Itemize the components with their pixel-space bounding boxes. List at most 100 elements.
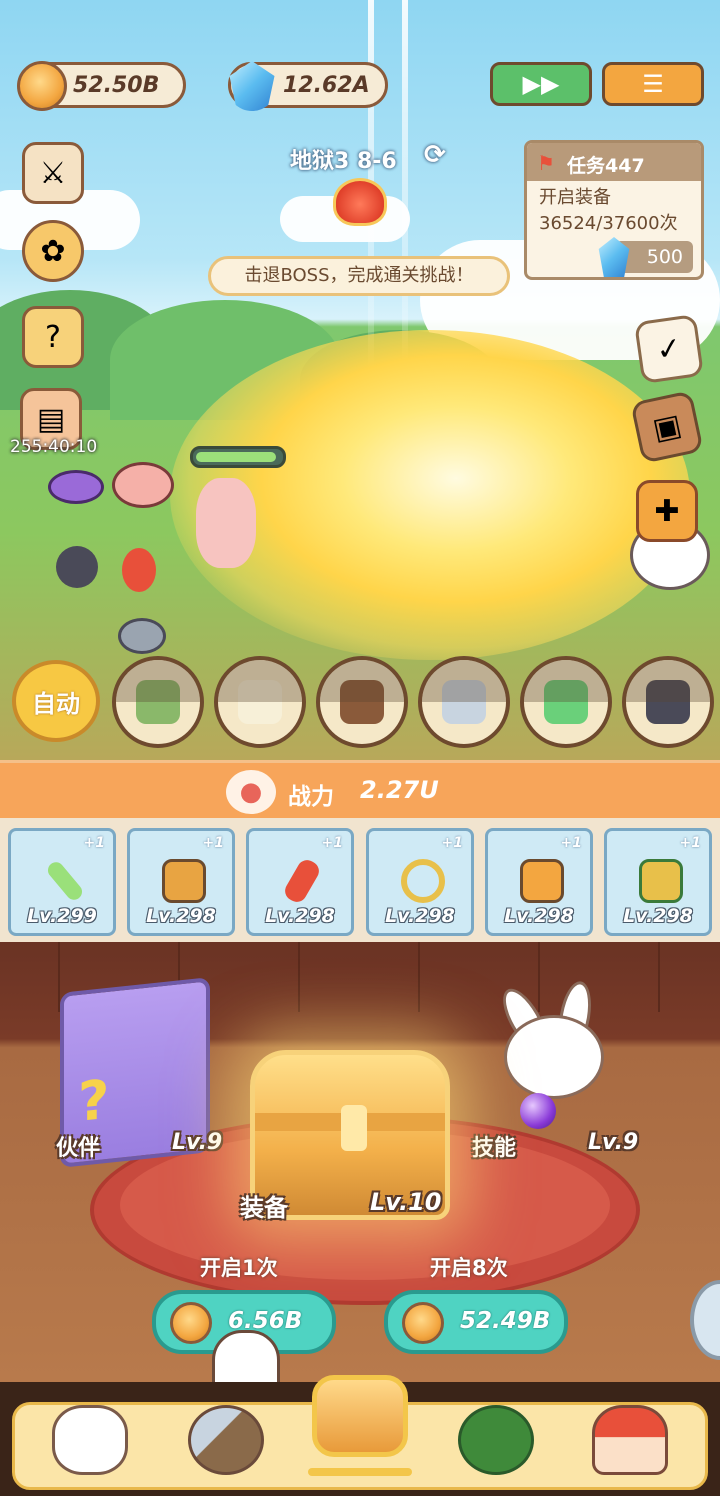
equip-level: Lv.298 xyxy=(623,905,693,927)
skill-sandwich-button[interactable] xyxy=(112,656,204,748)
equip-level: Lv.298 xyxy=(146,905,216,927)
crab-unit xyxy=(112,462,174,508)
skill-cooldown-overlay xyxy=(422,660,506,702)
skill-cooldown-overlay xyxy=(218,660,302,702)
tree-icon xyxy=(458,1405,534,1475)
auto-button[interactable]: 自动 xyxy=(12,660,100,742)
photo-icon[interactable]: ▣ xyxy=(630,390,704,464)
skill-poop-button[interactable] xyxy=(316,656,408,748)
open-eight-label: 开启8次 xyxy=(430,1256,508,1280)
slime-unit xyxy=(118,618,166,654)
equip-level: Lv.298 xyxy=(265,905,335,927)
wall-brick xyxy=(240,942,300,1012)
firework-icon xyxy=(281,856,323,906)
open-once-label: 开启1次 xyxy=(200,1256,278,1280)
fast-forward-icon: ▶▶ xyxy=(522,70,560,98)
equip-label: 装备 xyxy=(240,1194,288,1222)
power-strip: ● 战力 2.27U xyxy=(0,760,720,818)
weapon-icon xyxy=(188,1405,264,1475)
coin-value: 52.50B xyxy=(73,73,160,98)
pink-cat-unit xyxy=(196,478,256,568)
question-mark-icon: ? xyxy=(78,1067,110,1134)
equip-level: Lv.298 xyxy=(385,905,455,927)
equip-slot-firework[interactable]: +1 Lv.298 xyxy=(246,828,354,936)
coin-counter: 52.50B xyxy=(17,61,186,111)
skill-tornado-button[interactable] xyxy=(418,656,510,748)
house-tab[interactable] xyxy=(580,1392,680,1488)
equip-level: Lv.299 xyxy=(27,905,97,927)
equip-plus: +1 xyxy=(679,835,701,851)
equip-slot-shirt[interactable]: +1 Lv.298 xyxy=(485,828,593,936)
equip-plus: +1 xyxy=(560,835,582,851)
ufo-unit xyxy=(48,470,104,504)
weapon-tab[interactable] xyxy=(176,1392,276,1488)
skill-cooldown-overlay xyxy=(626,660,710,702)
menu-button[interactable]: ☰ xyxy=(602,62,704,106)
skill-egg-button[interactable] xyxy=(214,656,306,748)
quest-desc: 开启装备36524/37600次 xyxy=(539,187,678,234)
equip-plus: +1 xyxy=(441,835,463,851)
book-icon xyxy=(162,859,206,903)
power-label: 战力 xyxy=(288,784,334,810)
equipment-row: +1 Lv.299 +1 Lv.298 +1 Lv.298 +1 Lv.298 … xyxy=(0,818,720,942)
wall-brick xyxy=(360,942,420,1012)
skill-cooldown-overlay xyxy=(116,660,200,702)
gem-value: 12.62A xyxy=(283,73,370,98)
skill-label: 技能 xyxy=(472,1136,517,1161)
paw-icon: ● xyxy=(226,770,276,814)
tree-tab[interactable] xyxy=(446,1392,546,1488)
skill-level: Lv.9 xyxy=(588,1130,639,1155)
boss-hp-bar xyxy=(190,446,286,468)
coin-icon xyxy=(170,1302,212,1344)
refresh-icon[interactable]: ⟳ xyxy=(424,140,446,170)
notes-icon[interactable]: ✓ xyxy=(633,313,705,385)
equip-slot-ring[interactable]: +1 Lv.298 xyxy=(366,828,474,936)
mystery-gift-icon[interactable]: ? xyxy=(22,306,84,368)
cat-tab[interactable] xyxy=(40,1392,140,1488)
gem-counter: 12.62A xyxy=(228,61,388,111)
house-icon xyxy=(592,1405,668,1475)
cat-icon xyxy=(52,1405,128,1475)
equip-plus: +1 xyxy=(83,835,105,851)
quest-panel[interactable]: ⚑ 任务447 开启装备36524/37600次 500 xyxy=(524,140,704,280)
shop-icon[interactable]: ⚔ xyxy=(22,142,84,204)
sword-icon xyxy=(44,859,86,903)
equip-plus: +1 xyxy=(321,835,343,851)
flame-unit xyxy=(122,548,156,592)
gift-icon[interactable]: ✚ xyxy=(636,480,698,542)
event-timer: 255:40:10 xyxy=(10,437,98,457)
skill-penguin-button[interactable] xyxy=(622,656,714,748)
bunny-head xyxy=(504,1015,604,1099)
chest-tab[interactable] xyxy=(310,1368,410,1464)
stage-label: 地狱3 8-6 xyxy=(290,149,397,174)
menu-list-icon: ☰ xyxy=(642,70,664,98)
flag-icon: ⚑ xyxy=(537,151,555,175)
partner-label: 伙伴 xyxy=(56,1136,101,1161)
wheel-icon[interactable]: ✿ xyxy=(22,220,84,282)
partner-level: Lv.9 xyxy=(172,1130,223,1155)
boss-tip: 击退BOSS，完成通关挑战！ xyxy=(208,256,510,296)
shirt-icon xyxy=(520,859,564,903)
power-value: 2.27U xyxy=(360,776,439,804)
skill-cooldown-overlay xyxy=(524,660,608,702)
wall-brick xyxy=(0,942,60,1012)
skill-cooldown-overlay xyxy=(320,660,404,702)
equip-slot-sword[interactable]: +1 Lv.299 xyxy=(8,828,116,936)
crystal-ball-icon xyxy=(520,1093,556,1129)
skill-bunny[interactable] xyxy=(480,978,620,1135)
skill-candy-button[interactable] xyxy=(520,656,612,748)
equip-chest-level: Lv.10 xyxy=(370,1188,442,1216)
coin-icon xyxy=(17,61,67,111)
quest-title: 任务447 xyxy=(567,155,645,177)
equip-slot-boots[interactable]: +1 Lv.298 xyxy=(604,828,712,936)
equip-slot-book[interactable]: +1 Lv.298 xyxy=(127,828,235,936)
active-tab-indicator xyxy=(308,1468,412,1476)
equip-level: Lv.298 xyxy=(504,905,574,927)
open-eight-cost: 52.49B xyxy=(460,1308,551,1334)
boss-icon xyxy=(333,178,387,226)
bird-unit xyxy=(56,546,98,588)
open-eight-button[interactable]: 52.49B xyxy=(384,1290,568,1354)
chest-lock-icon xyxy=(341,1105,367,1151)
chest-icon xyxy=(312,1375,408,1457)
speed-button[interactable]: ▶▶ xyxy=(490,62,592,106)
